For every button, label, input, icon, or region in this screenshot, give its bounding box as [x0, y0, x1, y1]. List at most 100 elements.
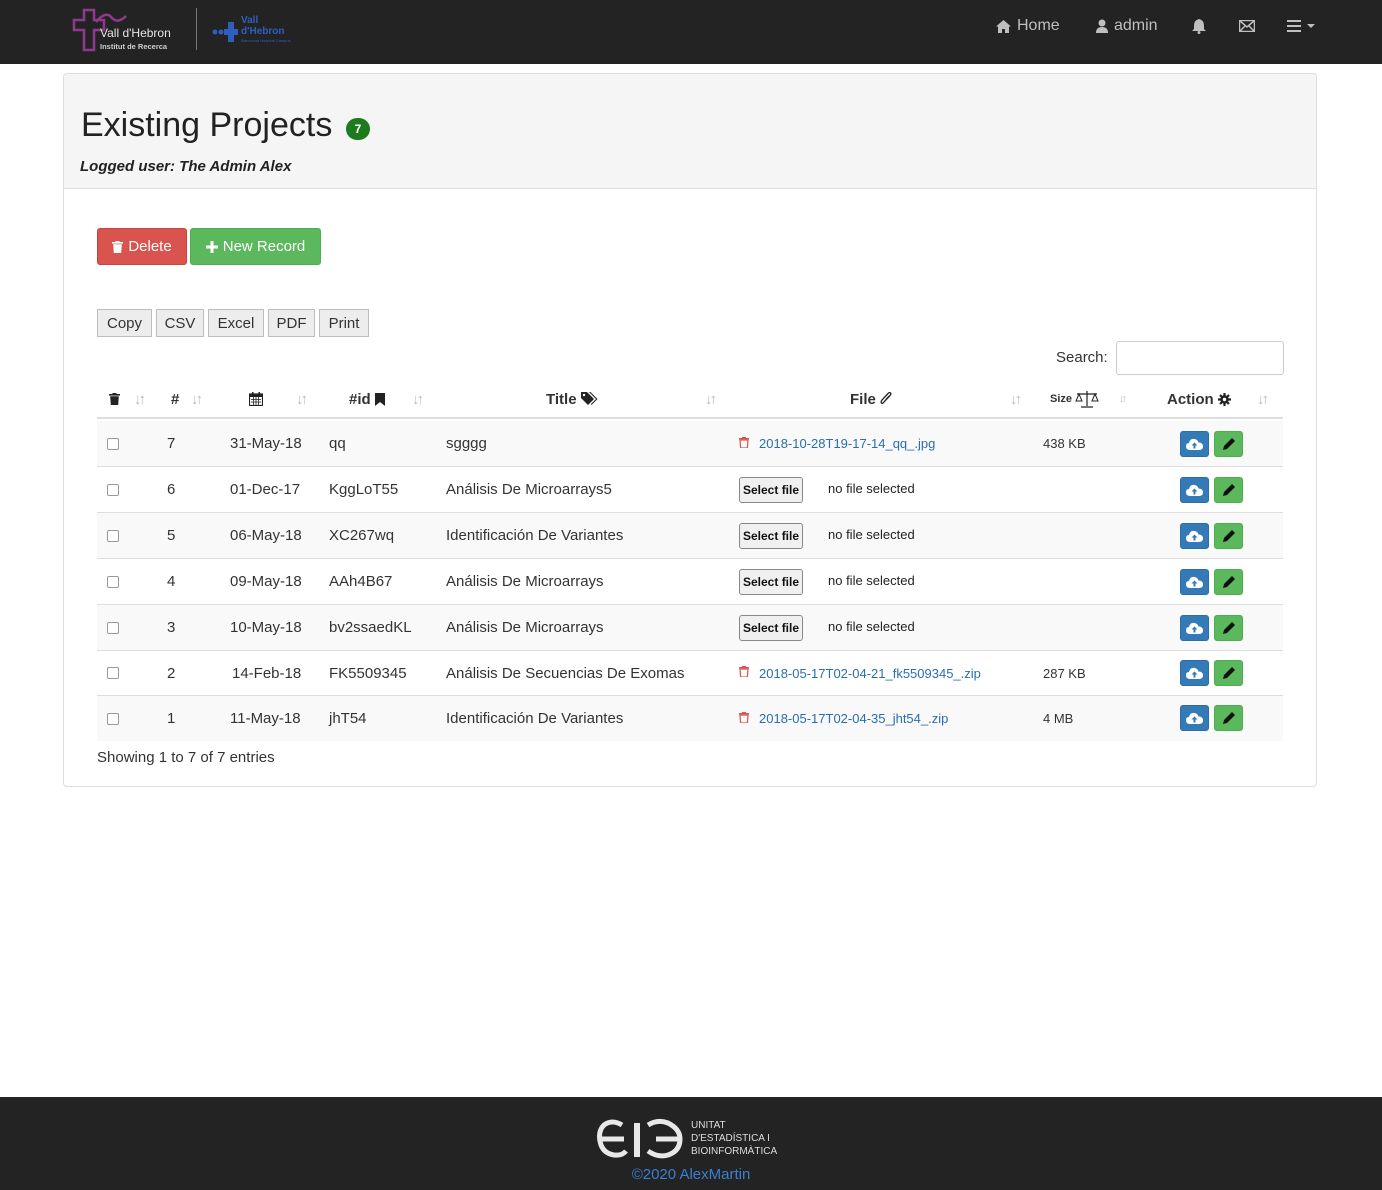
print-button[interactable]: Print [319, 309, 369, 337]
edit-button[interactable] [1214, 431, 1243, 457]
vall-hebron-campus-logo[interactable]: Vall d'Hebron Barcelona Hospital Campus [212, 14, 302, 50]
upload-button[interactable] [1180, 615, 1209, 641]
copy-button[interactable]: Copy [97, 309, 152, 337]
vall-hebron-institut-logo[interactable]: Vall d'Hebron Institut de Recerca [72, 8, 182, 54]
row-checkbox[interactable] [107, 575, 119, 588]
edit-button[interactable] [1214, 660, 1243, 686]
table-row[interactable]: 3 10-May-18 bv2ssaedKL Análisis De Micro… [97, 605, 1283, 651]
trash-icon [109, 393, 120, 405]
title-column-header[interactable]: Title [546, 379, 598, 419]
cloud-upload-icon [1186, 712, 1203, 724]
csv-button[interactable]: CSV [156, 309, 204, 337]
sort-icon[interactable]: ↓↑ [191, 379, 203, 419]
pdf-button[interactable]: PDF [268, 309, 315, 337]
size-column-header[interactable]: Size [1050, 379, 1099, 419]
delete-button[interactable]: Delete [97, 228, 187, 265]
file-link[interactable]: 2018-05-17T02-04-21_fk5509345_.zip [759, 666, 981, 681]
nav-notifications[interactable] [1192, 15, 1206, 37]
action-column-header[interactable]: Action [1167, 379, 1231, 419]
table-row[interactable]: 1 11-May-18 jhT54 Identificación De Vari… [97, 696, 1283, 741]
file-column-header[interactable]: File [850, 379, 892, 419]
upload-button[interactable] [1180, 523, 1209, 549]
row-checkbox[interactable] [107, 712, 119, 725]
search-input[interactable] [1116, 341, 1284, 375]
delete-file-icon[interactable] [739, 436, 749, 451]
num-column-header[interactable]: # [171, 379, 179, 419]
select-column-header[interactable] [109, 379, 120, 419]
select-file-button[interactable]: Select file [739, 614, 804, 641]
delete-file-icon[interactable] [739, 666, 749, 680]
row-checkbox[interactable] [107, 529, 119, 542]
logo-subtitle: Institut de Recerca [100, 42, 168, 51]
row-checkbox[interactable] [107, 667, 119, 679]
row-checkbox[interactable] [107, 437, 119, 450]
new-record-button-label: New Record [222, 238, 306, 255]
upload-button[interactable] [1180, 477, 1209, 503]
upload-button[interactable] [1180, 431, 1209, 457]
id-column-header[interactable]: #id [349, 379, 385, 419]
table-info: Showing 1 to 7 of 7 entries [97, 749, 275, 766]
nav-home[interactable]: Home [996, 15, 1060, 37]
file-link[interactable]: 2018-05-17T02-04-35_jht54_.zip [759, 711, 948, 726]
cloud-upload-icon [1186, 622, 1203, 634]
logo-divider [196, 8, 197, 50]
row-checkbox[interactable] [107, 483, 119, 496]
row-size: 287 KB [1043, 665, 1086, 681]
new-record-button[interactable]: New Record [190, 228, 321, 265]
edit-button[interactable] [1214, 705, 1243, 731]
select-file-button[interactable]: Select file [739, 522, 804, 549]
nav-user[interactable]: admin [1096, 15, 1158, 37]
table-row[interactable]: 6 01-Dec-17 KggLoT55 Análisis De Microar… [97, 467, 1283, 513]
nav-messages[interactable] [1239, 15, 1255, 37]
edit-button[interactable] [1214, 569, 1243, 595]
edit-button[interactable] [1214, 615, 1243, 641]
sort-icon[interactable]: ↓↑ [296, 379, 308, 419]
cloud-upload-icon [1186, 438, 1203, 450]
id-column-label: #id [349, 390, 371, 408]
home-icon [996, 19, 1011, 33]
edit-button[interactable] [1214, 523, 1243, 549]
upload-button[interactable] [1180, 660, 1209, 686]
sort-icon[interactable]: ↓↑ [1257, 379, 1269, 419]
row-id: XC267wq [329, 527, 395, 544]
navbar: Vall d'Hebron Institut de Recerca Vall d… [0, 0, 1382, 64]
excel-button[interactable]: Excel [208, 309, 264, 337]
row-file: 2018-05-17T02-04-21_fk5509345_.zip [739, 651, 981, 695]
sort-icon[interactable]: ↓↑ [134, 379, 146, 419]
table-row[interactable]: 4 09-May-18 AAh4B67 Análisis De Microarr… [97, 559, 1283, 605]
search-label: Search: [1056, 349, 1108, 366]
nav-menu[interactable] [1287, 15, 1317, 37]
page-title: Existing Projects [81, 106, 333, 144]
cloud-upload-icon [1186, 667, 1203, 679]
delete-file-icon[interactable] [739, 711, 749, 726]
unit-line-3: BIOINFORMÀTICA [691, 1146, 778, 1157]
upload-button[interactable] [1180, 705, 1209, 731]
nav-home-label: Home [1017, 17, 1060, 34]
row-title: Análisis De Microarrays5 [446, 481, 612, 498]
table-row[interactable]: 7 31-May-18 qq sgggg 2018-10-28T19-17-14… [97, 421, 1283, 467]
envelope-icon [1239, 20, 1255, 32]
sort-icon[interactable]: ↓↑ [705, 379, 717, 419]
row-num: 4 [167, 573, 176, 590]
date-column-header[interactable] [249, 379, 263, 419]
sort-icon[interactable]: ↓↑ [412, 379, 424, 419]
row-id: KggLoT55 [329, 481, 399, 498]
edit-button[interactable] [1214, 477, 1243, 503]
panel-heading: Existing Projects 7 Logged user: The Adm… [64, 74, 1316, 189]
copyright-link[interactable]: ©2020 AlexMartin [0, 1166, 1382, 1183]
row-file: Select file [739, 605, 804, 650]
file-link[interactable]: 2018-10-28T19-17-14_qq_.jpg [759, 436, 935, 451]
table-row[interactable]: 5 06-May-18 XC267wq Identificación De Va… [97, 513, 1283, 559]
ueb-logo-icon [597, 1118, 683, 1159]
row-checkbox[interactable] [107, 621, 119, 634]
pencil-icon [1222, 712, 1235, 724]
sort-icon[interactable]: ↓↑ [1119, 379, 1127, 419]
pencil-icon [1222, 530, 1235, 542]
row-date: 06-May-18 [230, 527, 302, 544]
select-file-button[interactable]: Select file [739, 568, 804, 595]
row-num: 5 [167, 527, 176, 544]
sort-icon[interactable]: ↓↑ [1010, 379, 1022, 419]
upload-button[interactable] [1180, 569, 1209, 595]
table-row[interactable]: 2 14-Feb-18 FK5509345 Análisis De Secuen… [97, 651, 1283, 696]
select-file-button[interactable]: Select file [739, 476, 804, 503]
